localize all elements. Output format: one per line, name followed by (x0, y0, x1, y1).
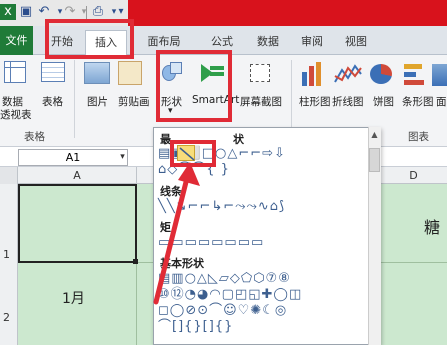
row-header-2[interactable]: 2 (0, 263, 18, 345)
group-label-charts: 图表 (408, 131, 429, 143)
tab-formulas[interactable]: 公式 (204, 34, 240, 50)
picture-icon[interactable] (84, 62, 110, 84)
pie-chart-label[interactable]: 饼图 (373, 94, 394, 109)
basic-shapes-row-4[interactable]: ⌒[]{}[]{} (158, 319, 233, 335)
ribbon-separator (74, 60, 75, 138)
name-box-dropdown-icon[interactable]: ▾ (116, 149, 129, 166)
bar-chart-icon[interactable] (404, 64, 426, 86)
line-chart-label[interactable]: 折线图 (332, 94, 364, 109)
cell-a2[interactable]: 1月 (62, 288, 85, 308)
excel-logo-icon: x (0, 4, 16, 20)
tab-review[interactable]: 审阅 (297, 34, 327, 50)
column-header-a[interactable]: A (18, 167, 136, 184)
column-chart-label[interactable]: 柱形图 (299, 94, 331, 109)
table-label[interactable]: 表格 (42, 94, 63, 109)
tab-data[interactable]: 数据 (253, 34, 283, 50)
column-chart-icon[interactable] (300, 62, 326, 86)
select-all-corner[interactable] (0, 167, 18, 184)
customize-quick-access-icon[interactable]: ▾ (113, 4, 129, 20)
table-icon[interactable] (41, 62, 65, 82)
screenshot-label[interactable]: 屏幕截图 (240, 94, 282, 109)
annotation-arrow (153, 162, 200, 305)
pivot-table-icon[interactable] (4, 61, 26, 83)
fill-handle[interactable] (133, 259, 138, 264)
annotation-insert-tab-box (45, 19, 134, 59)
column-header-d[interactable]: D (380, 167, 447, 184)
pie-chart-icon[interactable] (370, 64, 392, 84)
pivot-table-label-2[interactable]: 透视表 (0, 107, 32, 122)
section-recent-shapes-suffix: 状 (233, 133, 244, 146)
print-icon[interactable]: ⎙ (90, 4, 106, 20)
undo-icon[interactable]: ↶ (36, 4, 52, 20)
screenshot-icon[interactable] (250, 64, 270, 82)
picture-label[interactable]: 图片 (87, 94, 108, 109)
title-banner (128, 0, 447, 26)
scroll-up-icon[interactable]: ▲ (369, 129, 380, 140)
group-label-tables: 表格 (24, 131, 45, 143)
area-chart-label[interactable]: 面 (436, 94, 447, 109)
selected-cell-a1[interactable] (18, 184, 137, 263)
column-divider (136, 167, 137, 184)
name-box[interactable]: A1 (18, 149, 128, 166)
row-number-2: 2 (3, 311, 10, 324)
bar-chart-label[interactable]: 条形图 (402, 94, 434, 109)
tab-view[interactable]: 视图 (341, 34, 371, 50)
save-icon[interactable]: ▣ (18, 4, 34, 20)
row-number-1: 1 (3, 248, 10, 261)
annotation-shapes-box (156, 50, 232, 122)
line-chart-icon[interactable] (334, 62, 362, 86)
clipart-label[interactable]: 剪贴画 (118, 94, 150, 109)
row-header-1[interactable]: 1 (0, 184, 18, 263)
toolbar-separator (86, 6, 87, 19)
tab-file[interactable]: 文件 (0, 26, 33, 55)
tab-page-layout[interactable]: 面布局 (138, 34, 190, 50)
scroll-thumb[interactable] (369, 148, 380, 172)
cell-d1[interactable]: 糖 (424, 214, 440, 238)
clipart-icon[interactable] (118, 61, 142, 85)
area-chart-icon[interactable] (432, 64, 447, 86)
